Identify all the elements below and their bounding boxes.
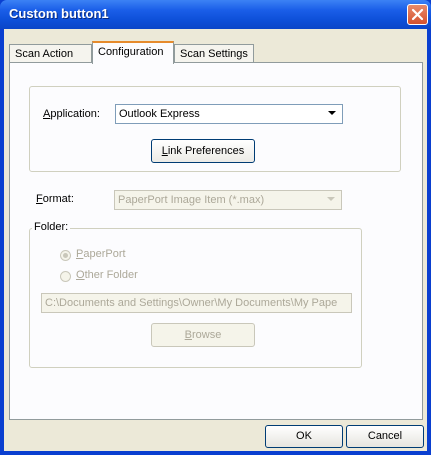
title-bar[interactable]: Custom button1 — [0, 0, 431, 29]
other-folder-radio-label: Other Folder — [76, 269, 138, 281]
close-button[interactable] — [407, 4, 428, 25]
radio-selected-dot — [63, 253, 68, 258]
application-select[interactable]: Outlook Express — [115, 104, 343, 124]
tab-scan-settings[interactable]: Scan Settings — [174, 44, 254, 63]
paperport-radio-label: PaperPort — [76, 248, 126, 260]
ok-button-label: OK — [296, 430, 312, 442]
chevron-down-icon — [328, 111, 336, 115]
dropdown-button[interactable] — [325, 106, 341, 122]
format-select[interactable]: PaperPort Image Item (*.max) — [114, 190, 342, 210]
format-label: Format: — [36, 193, 74, 205]
dropdown-button[interactable] — [324, 192, 340, 208]
chevron-down-icon — [327, 197, 335, 201]
browse-button[interactable]: Browse — [151, 323, 255, 347]
tab-label: Scan Settings — [180, 48, 248, 60]
tab-label: Configuration — [98, 46, 164, 58]
tab-configuration[interactable]: Configuration — [92, 41, 174, 64]
application-label: Application: — [43, 108, 100, 120]
paperport-radio[interactable] — [60, 250, 71, 261]
close-icon — [411, 8, 424, 21]
other-folder-radio[interactable] — [60, 271, 71, 282]
tab-scan-action[interactable]: Scan Action — [9, 44, 92, 63]
cancel-button-label: Cancel — [367, 430, 403, 442]
dialog-body: Scan Action Configuration Scan Settings … — [4, 29, 427, 451]
application-group: Application: Outlook Express Link Prefer… — [29, 86, 401, 172]
link-preferences-button[interactable]: Link Preferences — [151, 139, 255, 163]
window-title: Custom button1 — [9, 6, 109, 21]
folder-path-field[interactable]: C:\Documents and Settings\Owner\My Docum… — [41, 293, 352, 313]
tab-panel-configuration: Application: Outlook Express Link Prefer… — [9, 62, 423, 420]
tab-label: Scan Action — [15, 48, 74, 60]
application-value: Outlook Express — [119, 108, 200, 120]
dialog-window: Custom button1 Scan Action Configuration… — [0, 0, 431, 455]
format-value: PaperPort Image Item (*.max) — [118, 194, 265, 206]
folder-group-label: Folder: — [32, 221, 71, 233]
cancel-button[interactable]: Cancel — [346, 425, 424, 448]
ok-button[interactable]: OK — [265, 425, 343, 448]
